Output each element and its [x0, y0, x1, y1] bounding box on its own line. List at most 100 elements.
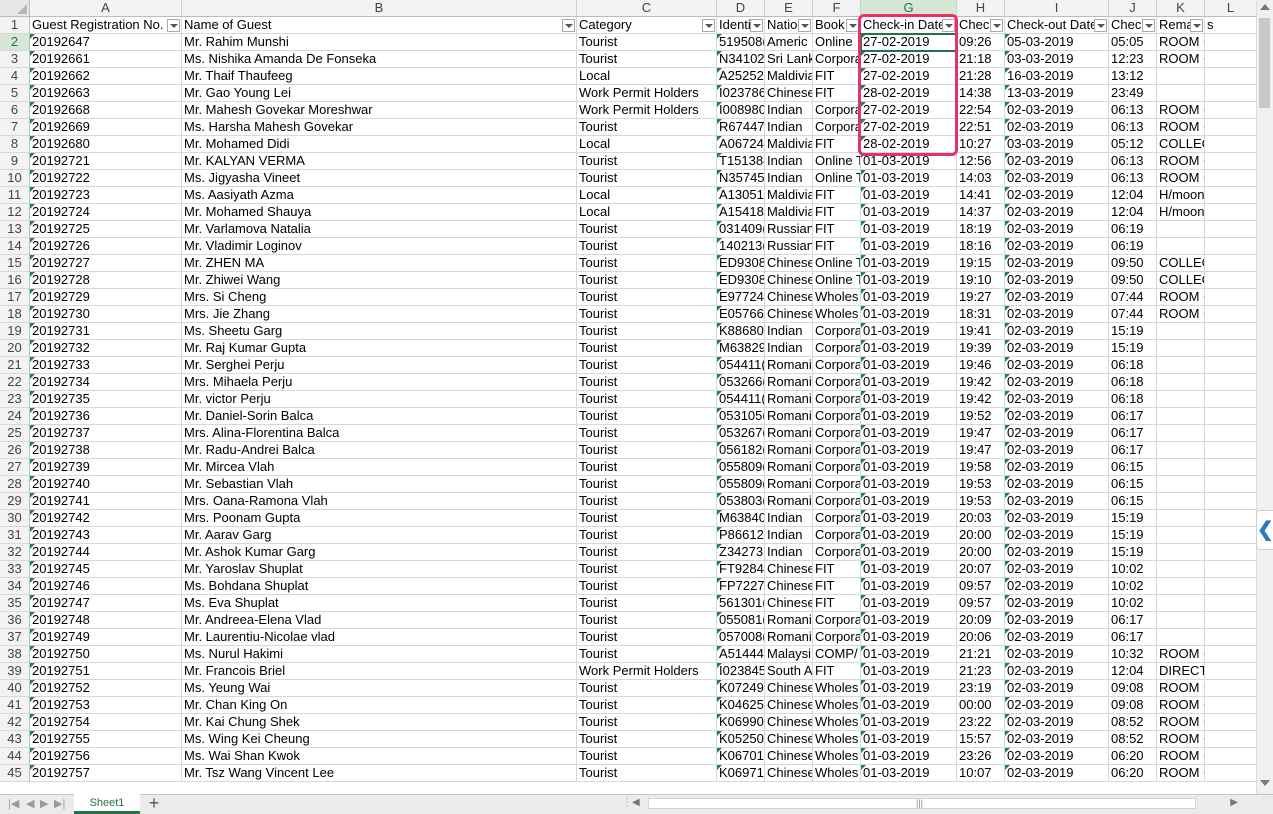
row-header[interactable]: 37: [0, 629, 30, 646]
spreadsheet-grid[interactable]: ABCDEFGHIJKL 1 Guest Registration No. Name…: [0, 0, 1273, 794]
data-cell[interactable]: 20:09: [957, 612, 1005, 629]
data-cell[interactable]: 02-03-2019: [1005, 391, 1109, 408]
data-cell[interactable]: 20192757: [30, 765, 182, 782]
data-cell[interactable]: Tourist: [577, 374, 717, 391]
data-cell[interactable]: [1205, 204, 1257, 221]
data-cell[interactable]: Corpora: [813, 510, 861, 527]
data-cell[interactable]: 054411(: [717, 357, 765, 374]
row-header[interactable]: 26: [0, 442, 30, 459]
data-cell[interactable]: Corpora: [813, 391, 861, 408]
data-cell[interactable]: Corpora: [813, 442, 861, 459]
data-cell[interactable]: 10:27: [957, 136, 1005, 153]
data-cell[interactable]: Mr. Thaif Thaufeeg: [182, 68, 577, 85]
data-cell[interactable]: 21:23: [957, 663, 1005, 680]
data-cell[interactable]: 06:18: [1109, 391, 1157, 408]
data-cell[interactable]: 02-03-2019: [1005, 765, 1109, 782]
data-cell[interactable]: Sri Lank: [765, 51, 813, 68]
row-header[interactable]: 23: [0, 391, 30, 408]
data-cell[interactable]: E97724: [717, 289, 765, 306]
data-cell[interactable]: 02-03-2019: [1005, 595, 1109, 612]
data-cell[interactable]: [1205, 102, 1257, 119]
data-cell[interactable]: FIT: [813, 595, 861, 612]
data-cell[interactable]: 053105(: [717, 408, 765, 425]
data-cell[interactable]: 06:13: [1109, 153, 1157, 170]
data-cell[interactable]: Tourist: [577, 340, 717, 357]
row-header[interactable]: 10: [0, 170, 30, 187]
data-cell[interactable]: A06724: [717, 136, 765, 153]
data-cell[interactable]: Tourist: [577, 748, 717, 765]
data-cell[interactable]: T151384: [717, 153, 765, 170]
data-cell[interactable]: P86612: [717, 527, 765, 544]
data-cell[interactable]: Indian: [765, 323, 813, 340]
data-cell[interactable]: Chinese: [765, 697, 813, 714]
data-cell[interactable]: [1157, 561, 1205, 578]
data-cell[interactable]: 01-03-2019: [861, 527, 957, 544]
data-cell[interactable]: [1205, 340, 1257, 357]
data-cell[interactable]: 20:00: [957, 544, 1005, 561]
data-cell[interactable]: Mrs. Poonam Gupta: [182, 510, 577, 527]
data-cell[interactable]: 19:52: [957, 408, 1005, 425]
data-cell[interactable]: Mr. Laurentiu-Nicolae vlad: [182, 629, 577, 646]
data-cell[interactable]: 12:04: [1109, 187, 1157, 204]
data-cell[interactable]: Tourist: [577, 425, 717, 442]
data-cell[interactable]: I023786: [717, 85, 765, 102]
column-header-f[interactable]: F: [813, 0, 861, 17]
data-cell[interactable]: 01-03-2019: [861, 238, 957, 255]
data-cell[interactable]: 20192743: [30, 527, 182, 544]
data-cell[interactable]: Mr. Francois Briel: [182, 663, 577, 680]
data-cell[interactable]: Mr. Vladimir Loginov: [182, 238, 577, 255]
data-cell[interactable]: Mr. Tsz Wang Vincent Lee: [182, 765, 577, 782]
data-cell[interactable]: 21:18: [957, 51, 1005, 68]
data-cell[interactable]: 06:15: [1109, 459, 1157, 476]
data-cell[interactable]: K04625: [717, 697, 765, 714]
data-cell[interactable]: Tourist: [577, 153, 717, 170]
data-cell[interactable]: 20192661: [30, 51, 182, 68]
data-cell[interactable]: 15:19: [1109, 323, 1157, 340]
data-cell[interactable]: ED9308: [717, 255, 765, 272]
data-cell[interactable]: [1157, 85, 1205, 102]
data-cell[interactable]: 12:56: [957, 153, 1005, 170]
data-cell[interactable]: 09:57: [957, 595, 1005, 612]
data-cell[interactable]: 19:41: [957, 323, 1005, 340]
data-cell[interactable]: COLLECT THE I: [1157, 272, 1205, 289]
row-header[interactable]: 5: [0, 85, 30, 102]
data-cell[interactable]: 20:07: [957, 561, 1005, 578]
data-cell[interactable]: Tourist: [577, 714, 717, 731]
data-cell[interactable]: 20192742: [30, 510, 182, 527]
data-cell[interactable]: [1205, 357, 1257, 374]
data-cell[interactable]: [1205, 34, 1257, 51]
data-cell[interactable]: [1205, 510, 1257, 527]
data-cell[interactable]: 20192750: [30, 646, 182, 663]
data-cell[interactable]: Mr. Rahim Munshi: [182, 34, 577, 51]
data-cell[interactable]: 06:17: [1109, 629, 1157, 646]
data-cell[interactable]: 23:49: [1109, 85, 1157, 102]
data-cell[interactable]: 01-03-2019: [861, 680, 957, 697]
select-all-corner[interactable]: [0, 0, 30, 17]
data-cell[interactable]: Ms. Jigyasha Vineet: [182, 170, 577, 187]
data-cell[interactable]: [1157, 629, 1205, 646]
data-cell[interactable]: [1205, 85, 1257, 102]
add-sheet-icon[interactable]: +: [146, 794, 162, 814]
data-cell[interactable]: [1157, 527, 1205, 544]
data-cell[interactable]: [1157, 357, 1205, 374]
data-cell[interactable]: 01-03-2019: [861, 714, 957, 731]
data-cell[interactable]: Romani: [765, 374, 813, 391]
data-cell[interactable]: Tourist: [577, 697, 717, 714]
data-cell[interactable]: [1157, 595, 1205, 612]
data-cell[interactable]: 19:53: [957, 493, 1005, 510]
data-cell[interactable]: 02-03-2019: [1005, 408, 1109, 425]
data-cell[interactable]: Russian: [765, 238, 813, 255]
data-cell[interactable]: [1157, 510, 1205, 527]
data-cell[interactable]: ROOM + B/FAS: [1157, 731, 1205, 748]
data-cell[interactable]: Ms. Aasiyath Azma: [182, 187, 577, 204]
data-cell[interactable]: N35745: [717, 170, 765, 187]
scroll-right-arrow-icon[interactable]: ▶: [1230, 797, 1238, 808]
data-cell[interactable]: ROOM + BREA: [1157, 119, 1205, 136]
data-cell[interactable]: A13051: [717, 187, 765, 204]
data-cell[interactable]: Romani: [765, 476, 813, 493]
row-header[interactable]: 14: [0, 238, 30, 255]
data-cell[interactable]: Maldivia: [765, 204, 813, 221]
data-cell[interactable]: [1157, 442, 1205, 459]
data-cell[interactable]: 02-03-2019: [1005, 544, 1109, 561]
data-cell[interactable]: 20192755: [30, 731, 182, 748]
